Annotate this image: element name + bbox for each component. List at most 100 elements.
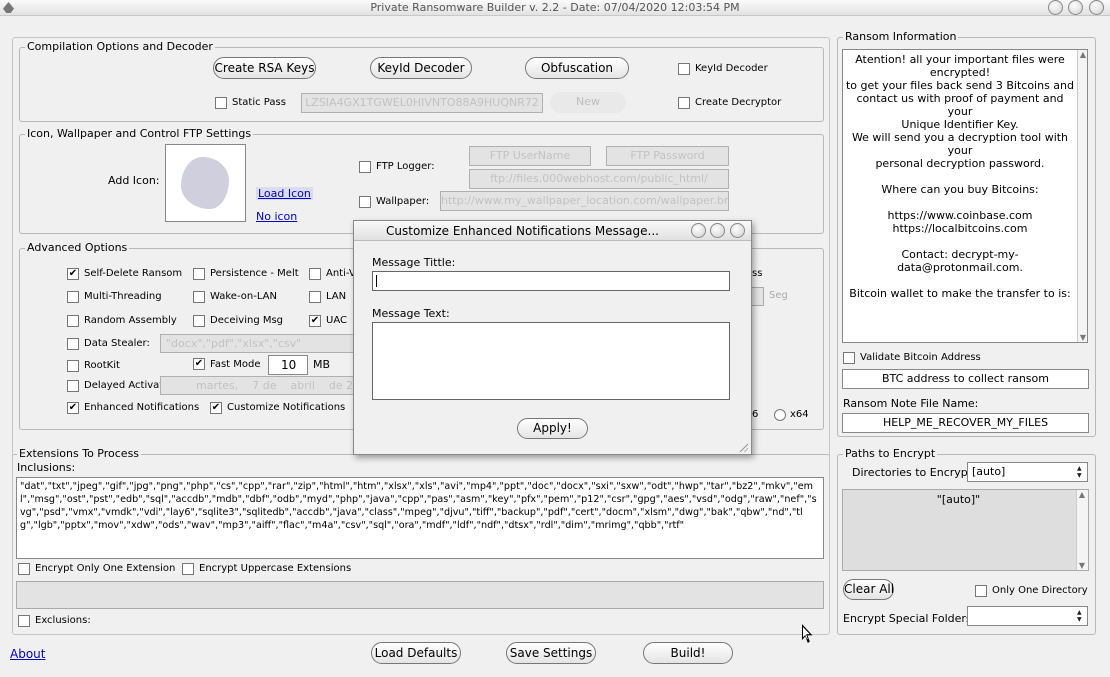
apply-button[interactable]: Apply! [517, 418, 588, 439]
data-stealer-label: Data Stealer: [84, 338, 150, 349]
ransom-message-line: Where can you buy Bitcoins: [881, 183, 1039, 196]
dialog-minimize-icon[interactable] [691, 223, 706, 238]
compilation-legend: Compilation Options and Decoder [25, 40, 215, 53]
encrypt-one-extension-checkbox[interactable] [18, 563, 30, 575]
exclusions-checkbox[interactable] [18, 615, 30, 627]
load-defaults-button[interactable]: Load Defaults [371, 642, 461, 664]
btc-address-input[interactable]: BTC address to collect ransom [842, 369, 1089, 389]
dirs-scroll-down-icon[interactable]: ▼ [1077, 561, 1087, 570]
dirs-scroll-up-icon[interactable]: ▲ [1077, 490, 1087, 499]
wallpaper-label: Wallpaper: [376, 196, 430, 207]
exclusions-label: Exclusions: [35, 615, 91, 626]
delayed-date-picker[interactable]: martes, 7 de abril de 20 [160, 376, 356, 395]
clear-all-button[interactable]: Clear All [843, 579, 894, 600]
wallpaper-checkbox[interactable] [359, 196, 371, 208]
maximize-icon[interactable] [1068, 0, 1083, 15]
static-pass-label: Static Pass [232, 97, 286, 108]
build-button[interactable]: Build! [643, 642, 733, 664]
load-icon-link[interactable]: Load Icon [256, 187, 313, 200]
mb-label: MB [313, 358, 331, 371]
wake-on-lan-checkbox[interactable] [193, 291, 205, 303]
rootkit-checkbox[interactable] [67, 360, 79, 372]
deceiving-msg-checkbox[interactable] [193, 315, 205, 327]
validate-bitcoin-checkbox[interactable] [843, 352, 855, 364]
lan-checkbox[interactable] [309, 291, 321, 303]
customize-notifications-checkbox[interactable]: ✔ [210, 402, 222, 414]
delayed-activation-checkbox[interactable] [67, 380, 79, 392]
directories-scrollbar[interactable]: ▲ ▼ [1076, 490, 1088, 570]
blob-icon [181, 157, 229, 209]
fast-mode-checkbox[interactable]: ✔ [193, 358, 205, 370]
close-icon[interactable] [1089, 0, 1104, 15]
static-pass-checkbox[interactable] [215, 97, 227, 109]
window-titlebar: Private Ransomware Builder v. 2.2 - Date… [0, 0, 1110, 16]
select-arrows-icon[interactable]: ▲▼ [1077, 465, 1086, 479]
window-title: Private Ransomware Builder v. 2.2 - Date… [370, 1, 740, 14]
message-text-textarea[interactable] [372, 322, 730, 400]
ransom-message-line: Bitcoin wallet to make the transfer to i… [849, 287, 1071, 300]
lan-label: LAN [326, 291, 347, 302]
ftp-password-input[interactable]: FTP Password [606, 146, 729, 166]
x64-label: x64 [790, 409, 809, 420]
wake-on-lan-label: Wake-on-LAN [210, 291, 277, 302]
ransom-message-line [845, 170, 1075, 183]
ftp-logger-checkbox[interactable] [359, 161, 371, 173]
ransom-message-line: Atention! all your important files were … [855, 53, 1065, 79]
static-pass-input[interactable]: LZSIA4GX1TGWEL0HIVNTO88A9HUQNR72 [301, 93, 543, 113]
date-part-month: abril [290, 379, 315, 392]
special-select-arrows-icon[interactable]: ▲▼ [1077, 609, 1086, 623]
uac-checkbox[interactable]: ✔ [309, 315, 321, 327]
x64-radio[interactable] [774, 409, 786, 421]
ransom-message-textarea[interactable]: Atention! all your important files were … [842, 49, 1088, 343]
message-title-input[interactable] [372, 271, 730, 291]
text-cursor [376, 275, 377, 287]
dialog-close-icon[interactable] [730, 223, 745, 238]
scroll-up-icon[interactable]: ▲ [1078, 50, 1087, 59]
encrypt-uppercase-checkbox[interactable] [182, 563, 194, 575]
ftp-username-input[interactable]: FTP UserName [469, 146, 591, 166]
enhanced-notifications-checkbox[interactable]: ✔ [67, 402, 79, 414]
create-decryptor-label: Create Decryptor [695, 97, 782, 108]
wallpaper-url-input[interactable]: http://www.my_wallpaper_location.com/wal… [440, 191, 729, 211]
about-link[interactable]: About [10, 647, 45, 661]
scroll-down-icon[interactable]: ▼ [1078, 333, 1087, 342]
ransom-message-line [845, 235, 1075, 248]
directories-select[interactable]: [auto] ▲▼ [967, 462, 1088, 482]
ransom-scrollbar[interactable]: ▲ ▼ [1077, 50, 1087, 342]
delay-seconds-input[interactable] [752, 287, 764, 306]
fast-mode-size-input[interactable]: 10 [268, 355, 308, 375]
no-icon-link[interactable]: No icon [256, 210, 297, 223]
ftp-logger-label: FTP Logger: [376, 161, 435, 172]
anti-vi-checkbox[interactable] [309, 268, 321, 280]
special-folders-select[interactable]: ▲▼ [967, 606, 1088, 626]
save-settings-button[interactable]: Save Settings [506, 642, 596, 664]
self-delete-checkbox[interactable]: ✔ [67, 268, 79, 280]
create-rsa-keys-button[interactable]: Create RSA Keys [213, 57, 316, 79]
dialog-maximize-icon[interactable] [710, 223, 725, 238]
message-title-label: Message Tittle: [372, 256, 456, 269]
data-stealer-checkbox[interactable] [67, 338, 79, 350]
self-delete-label: Self-Delete Ransom [84, 268, 183, 279]
multi-threading-label: Multi-Threading [84, 291, 162, 302]
only-one-directory-checkbox[interactable] [975, 585, 987, 597]
keyid-decoder-checkbox[interactable] [678, 63, 690, 75]
minimize-icon[interactable] [1048, 0, 1063, 15]
keyid-decoder-button[interactable]: KeyId Decoder [370, 57, 472, 79]
random-assembly-checkbox[interactable] [67, 315, 79, 327]
paths-legend: Paths to Encrypt [843, 447, 938, 460]
seconds-label: Seg [769, 290, 788, 301]
multi-threading-checkbox[interactable] [67, 291, 79, 303]
persistence-checkbox[interactable] [193, 268, 205, 280]
only-one-directory-label: Only One Directory [992, 585, 1088, 596]
data-stealer-input[interactable]: "docx","pdf","xlsx","csv" [160, 334, 356, 353]
create-decryptor-checkbox[interactable] [678, 97, 690, 109]
directories-list[interactable]: "[auto]" ▲ ▼ [842, 489, 1089, 571]
directories-list-item[interactable]: "[auto]" [843, 493, 1088, 506]
ftp-url-input[interactable]: ftp://files.000webhost.com/public_html/ [469, 169, 729, 189]
exclusions-textarea[interactable] [16, 581, 824, 609]
inclusions-textarea[interactable]: "dat","txt","jpeg","gif","jpg","png","ph… [16, 477, 824, 559]
new-pass-button[interactable]: New [550, 92, 626, 113]
ransom-note-input[interactable]: HELP_ME_RECOVER_MY_FILES [842, 413, 1089, 433]
obfuscation-button[interactable]: Obfuscation [525, 57, 629, 79]
special-folders-label: Encrypt Special Folders: [843, 612, 976, 625]
